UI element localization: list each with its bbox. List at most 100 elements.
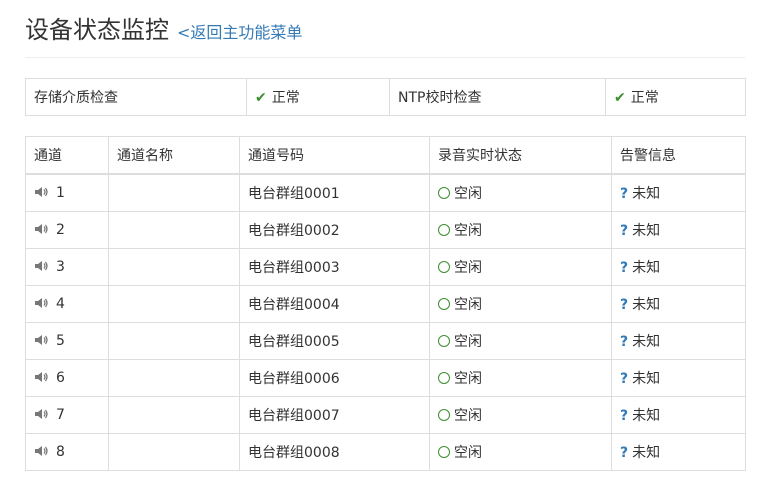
question-icon: ? [620,297,629,313]
channel-number-cell: 电台群组0006 [239,359,430,397]
alarm-info-cell: ? 未知 [611,285,746,323]
channel-name-cell [108,396,240,434]
circle-icon [438,446,450,458]
circle-icon [438,224,450,236]
table-row: 2 电台群组0002 空闲? 未知 [25,211,746,249]
channel-cell: 7 [25,396,109,434]
table-row: 8 电台群组0008 空闲? 未知 [25,433,746,471]
device-check-table: 存储介质检查 ✔ 正常 NTP校时检查 ✔ 正常 [25,78,746,116]
column-header-channel-name: 通道名称 [108,136,240,175]
column-header-recording-status: 录音实时状态 [429,136,612,175]
channel-name-cell [108,248,240,286]
channel-id: 1 [56,185,65,201]
recording-status-value: 空闲 [454,334,482,350]
alarm-info-value: 未知 [632,445,661,461]
ntp-check-value: 正常 [630,90,659,106]
table-row: 5 电台群组0005 空闲 ? 未知 [25,322,746,360]
recording-status-value: 空闲 [454,445,482,461]
question-icon: ? [620,223,629,239]
channel-number-cell: 电台群组0004 [239,285,430,323]
channel-id: 8 [56,444,65,460]
page-title: 设备状态监控 [25,16,169,44]
header-divider [25,57,745,58]
channel-id: 5 [56,333,65,349]
circle-icon [438,335,450,347]
recording-status-cell: 空闲 [429,359,612,397]
channel-name-cell [108,433,240,471]
channel-cell: 3 [25,248,109,286]
speaker-icon [34,333,56,349]
recording-status-cell: 空闲 [429,248,612,286]
recording-status-cell: 空闲 [429,285,612,323]
alarm-info-value: 未知 [632,297,661,313]
alarm-info-cell: ? 未知 [611,173,746,212]
question-icon: ? [620,334,629,350]
recording-status-value: 空闲 [454,297,482,313]
back-to-main-menu-link[interactable]: <返回主功能菜单 [177,19,302,43]
channel-number-cell: 电台群组0002 [239,211,430,249]
table-row: 4 电台群组0004 空闲? 未知 [25,285,746,323]
alarm-info-cell: ? 未知 [611,433,746,471]
alarm-info-value: 未知 [632,408,661,424]
alarm-info-cell: ? 未知 [611,248,746,286]
channel-cell: 1 [25,173,109,212]
recording-status-value: 空闲 [454,223,482,239]
page-header: 设备状态监控 <返回主功能菜单 [25,10,302,45]
channel-name-cell [108,211,240,249]
recording-status-cell: 空闲 [429,211,612,249]
circle-icon [438,187,450,199]
channel-name-cell [108,359,240,397]
channel-name-cell [108,285,240,323]
alarm-info-value: 未知 [632,223,661,239]
channel-number-cell: 电台群组0001 [239,173,430,212]
column-header-channel: 通道 [25,136,109,175]
channel-cell: 2 [25,211,109,249]
recording-status-cell: 空闲 [429,433,612,471]
channel-status-table: 通道 通道名称 通道号码 录音实时状态 告警信息 1 电台群组0001 空闲? 未知 2… [25,136,746,471]
storage-media-check-label: 存储介质检查 [25,78,247,116]
channel-number-cell: 电台群组0007 [239,396,430,434]
speaker-icon [34,370,56,386]
table-row: 1 电台群组0001 空闲 ? 未知 [25,173,746,212]
storage-media-check-value: 正常 [271,90,300,106]
column-header-alarm-info: 告警信息 [611,136,746,175]
question-icon: ? [620,408,629,424]
recording-status-cell: 空闲 [429,173,612,212]
check-icon: ✔ [614,90,626,106]
speaker-icon [34,185,56,201]
channel-id: 3 [56,259,65,275]
speaker-icon [34,296,56,312]
check-icon: ✔ [255,90,267,106]
channel-name-cell [108,322,240,360]
channel-id: 6 [56,370,65,386]
alarm-info-cell: ? 未知 [611,211,746,249]
channel-id: 4 [56,296,65,312]
device-check-row: 存储介质检查 ✔ 正常 NTP校时检查 ✔ 正常 [25,78,746,116]
channel-cell: 5 [25,322,109,360]
alarm-info-value: 未知 [632,371,661,387]
question-icon: ? [620,371,629,387]
channel-id: 2 [56,222,65,238]
speaker-icon [34,444,56,460]
alarm-info-cell: ? 未知 [611,322,746,360]
channel-cell: 4 [25,285,109,323]
table-row: 3 电台群组0003 空闲 ? 未知 [25,248,746,286]
storage-media-check-status: ✔ 正常 [246,78,390,116]
channel-number-cell: 电台群组0005 [239,322,430,360]
question-icon: ? [620,445,629,461]
circle-icon [438,372,450,384]
channel-cell: 8 [25,433,109,471]
channel-id: 7 [56,407,65,423]
circle-icon [438,261,450,273]
channel-number-cell: 电台群组0003 [239,248,430,286]
recording-status-value: 空闲 [454,186,482,202]
ntp-check-status: ✔ 正常 [605,78,746,116]
table-row: 7 电台群组0007 空闲? 未知 [25,396,746,434]
question-icon: ? [620,260,629,276]
recording-status-value: 空闲 [454,260,482,276]
ntp-check-label: NTP校时检查 [389,78,606,116]
recording-status-cell: 空闲 [429,322,612,360]
table-header-row: 通道 通道名称 通道号码 录音实时状态 告警信息 [25,136,746,175]
alarm-info-value: 未知 [632,186,661,202]
channel-number-cell: 电台群组0008 [239,433,430,471]
